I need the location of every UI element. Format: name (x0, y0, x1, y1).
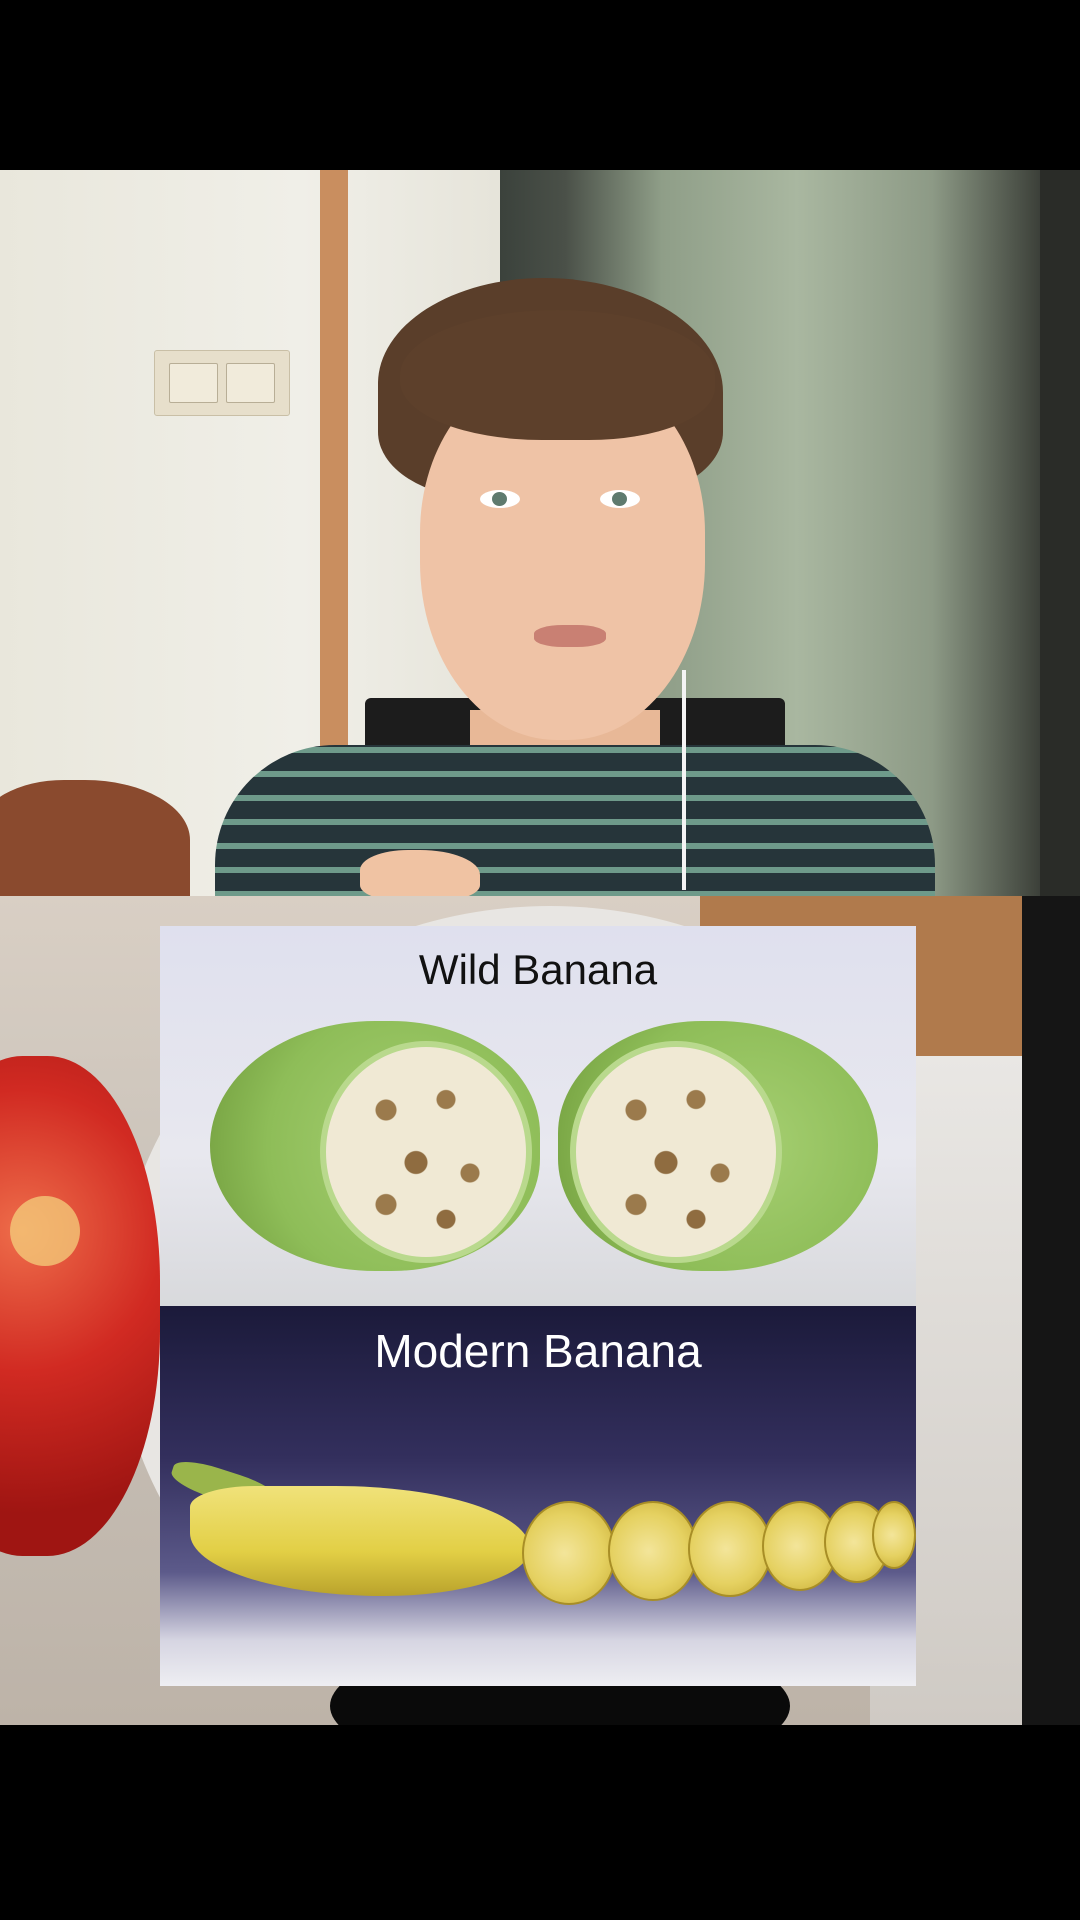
banana-slice (522, 1501, 616, 1605)
wild-banana-half-left (210, 1021, 540, 1271)
speaker-video-frame (0, 170, 1080, 896)
right-edge-strip (1022, 896, 1080, 1725)
earbud-cable (682, 670, 686, 890)
apple (0, 1056, 160, 1556)
seeded-flesh (570, 1041, 782, 1263)
letterbox-bottom (0, 1725, 1080, 1920)
striped-shirt (215, 745, 935, 896)
banana-slice (872, 1501, 916, 1569)
right-eye (600, 490, 640, 508)
letterbox-top (0, 0, 1080, 170)
mouth (534, 625, 606, 647)
apple-highlight (10, 1196, 80, 1266)
wild-banana-panel: Wild Banana (160, 926, 916, 1309)
banana-comparison-image: Wild Banana Modern Banana (160, 926, 916, 1686)
hand (360, 850, 480, 896)
banana-whole-part (190, 1486, 530, 1596)
modern-banana-label: Modern Banana (374, 1325, 702, 1377)
hair-fringe (400, 310, 715, 440)
modern-banana-panel: Modern Banana (160, 1306, 916, 1686)
wild-banana-half-right (558, 1021, 878, 1271)
banana-slice (688, 1501, 772, 1597)
wild-banana-label: Wild Banana (418, 946, 658, 993)
banana-slice (608, 1501, 698, 1601)
speaker-person (0, 170, 1080, 896)
left-eye (480, 490, 520, 508)
seeded-flesh (320, 1041, 532, 1263)
